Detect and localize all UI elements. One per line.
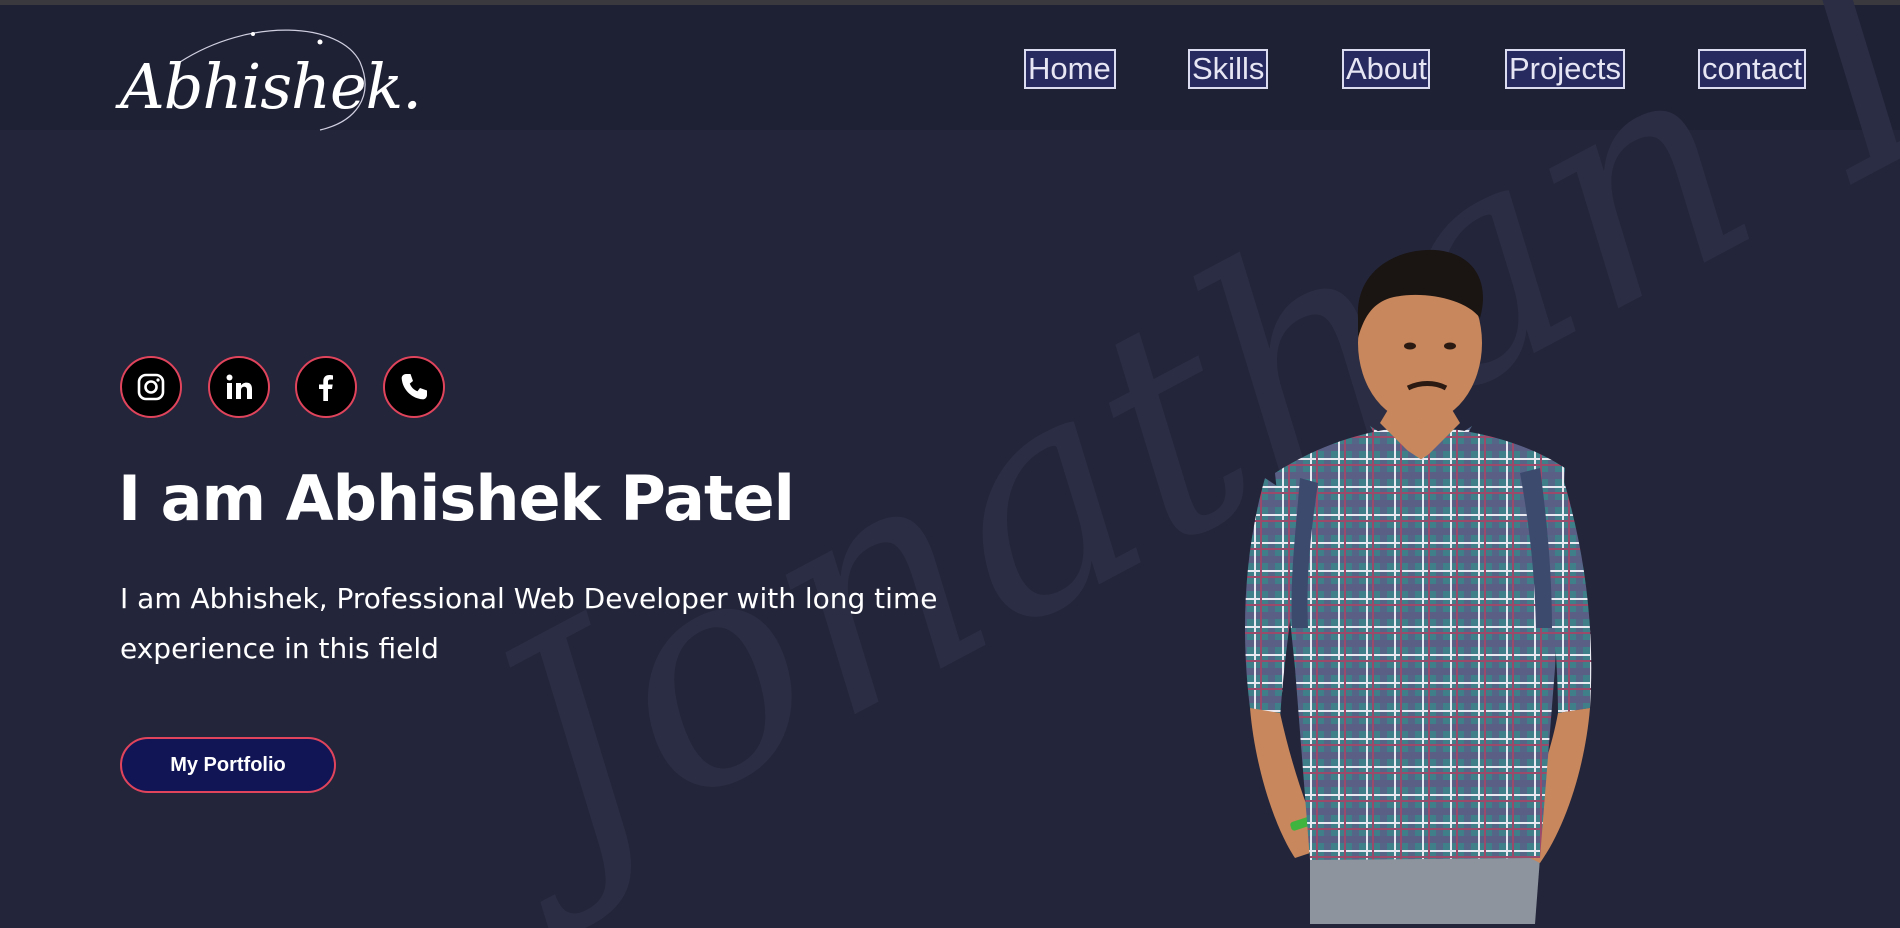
linkedin-link[interactable] (208, 356, 270, 418)
person-illustration (1245, 249, 1592, 924)
instagram-link[interactable] (120, 356, 182, 418)
nav-skills-link[interactable]: Skills (1188, 49, 1268, 89)
my-portfolio-button[interactable]: My Portfolio (120, 737, 336, 793)
main-nav: Home Skills About Projects contact (0, 49, 1900, 89)
nav-projects-link[interactable]: Projects (1505, 49, 1625, 89)
nav-home-link[interactable]: Home (1024, 49, 1116, 89)
instagram-icon (137, 373, 165, 401)
profile-photo (1240, 248, 1620, 924)
nav-about-link[interactable]: About (1342, 49, 1430, 89)
hero-subtitle: I am Abhishek, Professional Web Develope… (120, 582, 938, 665)
phone-link[interactable] (383, 356, 445, 418)
phone-icon (401, 374, 427, 400)
nav-contact-link[interactable]: contact (1698, 49, 1806, 89)
hero-title: I am Abhishek Patel (118, 462, 795, 535)
facebook-link[interactable] (295, 356, 357, 418)
linkedin-icon (226, 374, 252, 399)
facebook-icon (319, 375, 333, 401)
